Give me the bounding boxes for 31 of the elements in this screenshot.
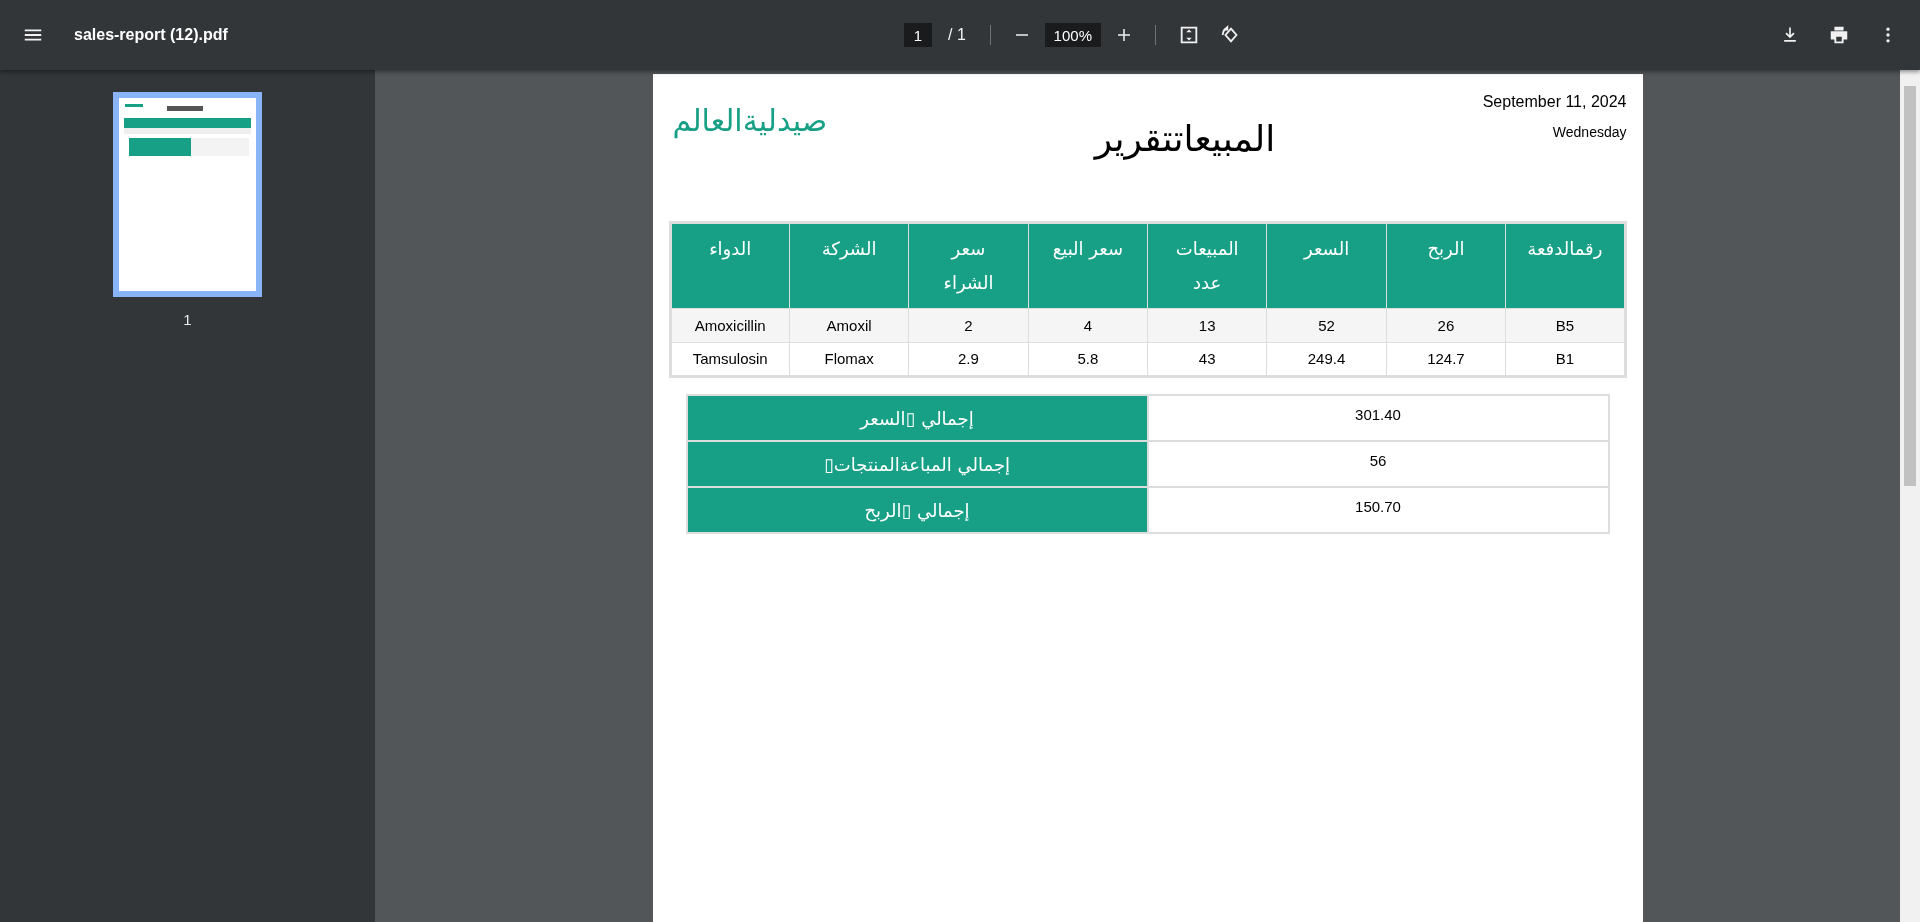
column-header: المبيعات عدد — [1147, 222, 1267, 309]
column-header: سعر البيع — [1028, 222, 1148, 309]
total-value: 150.70 — [1147, 487, 1609, 534]
total-label: ▯إجمالي المباعةالمنتجات — [686, 441, 1148, 488]
zoom-field[interactable]: 100% — [1044, 23, 1101, 47]
total-label: إجمالي ▯الربح — [686, 487, 1148, 534]
report-title: المبيعاتتقرير — [1092, 117, 1277, 162]
column-header: الدواء — [670, 222, 790, 309]
page-count: / 1 — [947, 25, 967, 45]
total-value: 301.40 — [1147, 395, 1609, 442]
table-cell: Amoxil — [789, 308, 909, 343]
table-cell: 2 — [908, 308, 1029, 343]
column-header: سعر الشراء — [908, 222, 1029, 309]
table-cell: 4 — [1028, 308, 1148, 343]
report-weekday: Wednesday — [1551, 123, 1627, 142]
total-label: إجمالي ▯السعر — [686, 395, 1148, 442]
total-value: 56 — [1147, 441, 1609, 488]
table-cell: 13 — [1147, 308, 1267, 343]
column-header: رقمالدفعة — [1505, 222, 1625, 309]
file-name: sales-report (12).pdf — [74, 25, 228, 45]
pharmacy-logo: صيدليةالعالم — [672, 102, 828, 141]
page-number-field[interactable]: 1 — [904, 23, 932, 47]
table-cell: B5 — [1505, 308, 1625, 343]
column-header: الربح — [1386, 222, 1506, 309]
column-header: السعر — [1266, 222, 1387, 309]
report-date: September 11, 2024 — [1482, 92, 1627, 112]
table-cell: 52 — [1266, 308, 1387, 343]
table-cell: 26 — [1386, 308, 1506, 343]
column-header: الشركة — [789, 222, 909, 309]
table-cell: Amoxicillin — [670, 308, 790, 343]
page-label: 1 — [182, 310, 193, 330]
